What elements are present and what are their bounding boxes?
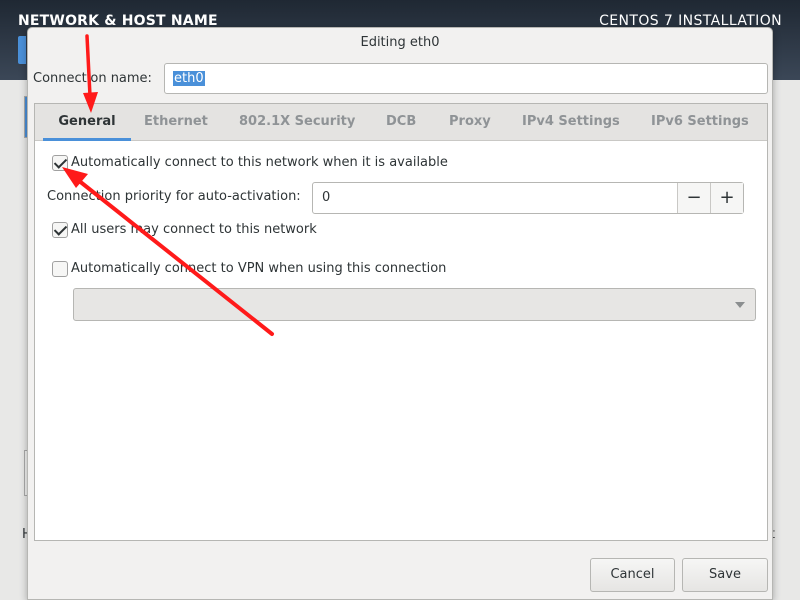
cancel-button[interactable]: Cancel xyxy=(590,558,675,592)
tab-proxy[interactable]: Proxy xyxy=(437,104,503,140)
all-users-label: All users may connect to this network xyxy=(71,222,317,237)
auto-vpn-label: Automatically connect to VPN when using … xyxy=(71,261,447,276)
auto-connect-checkbox[interactable] xyxy=(52,155,68,171)
connection-name-input[interactable]: eth0 xyxy=(164,63,768,94)
tab-ipv6-settings[interactable]: IPv6 Settings xyxy=(639,104,761,140)
tab-general[interactable]: General xyxy=(43,104,131,141)
auto-vpn-checkbox[interactable] xyxy=(52,261,68,277)
done-button-edge[interactable] xyxy=(18,36,26,64)
save-button[interactable]: Save xyxy=(682,558,768,592)
auto-connect-label: Automatically connect to this network wh… xyxy=(71,155,448,170)
tab-ipv4-settings[interactable]: IPv4 Settings xyxy=(510,104,632,140)
vpn-select-dropdown[interactable] xyxy=(73,288,756,321)
tab-bar: General Ethernet 802.1X Security DCB Pro… xyxy=(35,104,767,141)
tab-ethernet[interactable]: Ethernet xyxy=(132,104,220,140)
all-users-checkbox[interactable] xyxy=(52,222,68,238)
edit-connection-dialog: Editing eth0 Connection name: eth0 Gener… xyxy=(27,27,773,600)
connection-name-value: eth0 xyxy=(173,71,205,86)
chevron-down-icon xyxy=(735,302,745,308)
connection-name-label: Connection name: xyxy=(33,71,152,86)
dialog-title: Editing eth0 xyxy=(360,35,440,50)
priority-spinbutton[interactable]: 0 − + xyxy=(312,182,744,214)
settings-notebook: General Ethernet 802.1X Security DCB Pro… xyxy=(34,103,768,541)
decrement-button[interactable]: − xyxy=(677,183,710,213)
increment-button[interactable]: + xyxy=(710,183,743,213)
priority-value: 0 xyxy=(322,190,331,205)
tab-8021x-security[interactable]: 802.1X Security xyxy=(227,104,367,140)
tab-dcb[interactable]: DCB xyxy=(374,104,428,140)
priority-label: Connection priority for auto-activation: xyxy=(47,189,301,204)
